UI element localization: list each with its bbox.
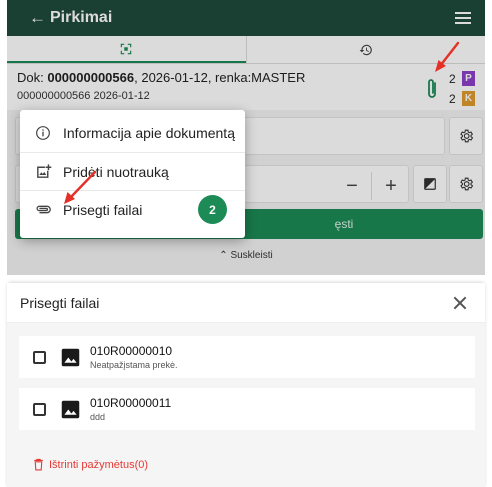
- dialog-title: Prisegti failai: [20, 294, 100, 311]
- menu-item-add-photo[interactable]: Pridėti nuotrauką: [20, 152, 245, 190]
- file-list-item[interactable]: 010R00000010 Neatpažįstama prekė.: [19, 336, 475, 378]
- attached-files-count-badge: 2: [198, 195, 227, 224]
- file-description: ddd: [90, 412, 106, 422]
- add-photo-icon: [36, 164, 51, 178]
- file-checkbox[interactable]: [33, 350, 46, 364]
- file-name: 010R00000010: [90, 344, 173, 358]
- image-icon: [61, 348, 80, 366]
- paperclip-icon: [36, 205, 51, 214]
- delete-selected-button[interactable]: Ištrinti pažymėtus(0): [32, 457, 148, 472]
- image-icon: [61, 400, 80, 418]
- document-context-menu: Informacija apie dokumentą Pridėti nuotr…: [20, 110, 245, 238]
- file-list-item[interactable]: 010R00000011 ddd: [19, 388, 475, 430]
- menu-item-attached-files[interactable]: Prisegti failai 2: [20, 190, 245, 228]
- trash-icon: [34, 458, 43, 471]
- file-name: 010R00000011: [90, 396, 172, 410]
- close-icon[interactable]: [453, 296, 467, 310]
- attached-files-dialog: Prisegti failai 010R00000010 Neatpažįsta…: [7, 283, 485, 487]
- dialog-header: Prisegti failai: [7, 283, 485, 323]
- info-icon: [36, 126, 50, 140]
- file-checkbox[interactable]: [33, 402, 46, 416]
- menu-item-document-info[interactable]: Informacija apie dokumentą: [20, 114, 245, 152]
- file-description: Neatpažįstama prekė.: [90, 360, 178, 370]
